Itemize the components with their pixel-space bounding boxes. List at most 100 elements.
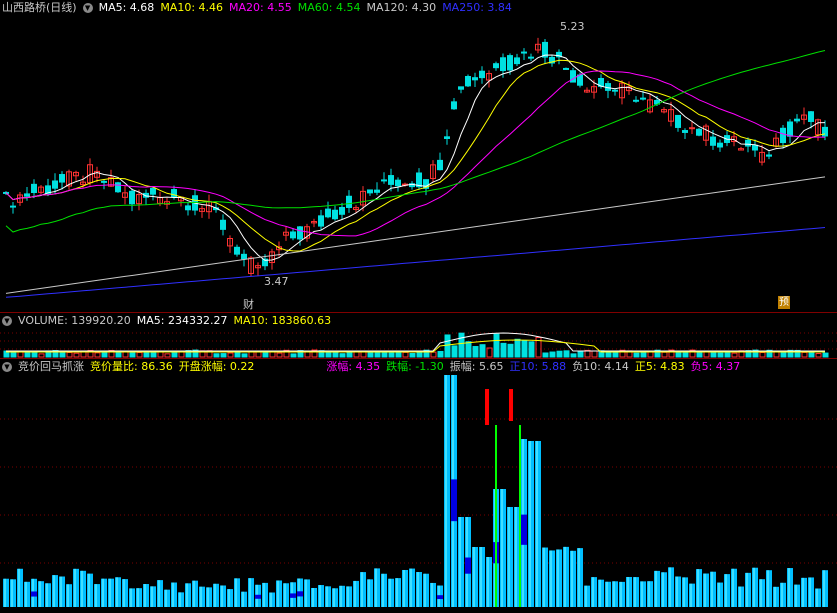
indicator-bar-highlight — [11, 579, 13, 607]
indicator-bar-highlight — [403, 569, 405, 607]
candle-body — [493, 63, 499, 69]
volume-bar — [241, 353, 248, 358]
indicator-bar-highlight — [228, 589, 230, 607]
ma5-line — [5, 54, 826, 261]
indicator-bar-highlight — [263, 582, 265, 607]
indicator-bar-highlight — [816, 588, 818, 607]
volume-bar — [164, 353, 171, 358]
price-panel[interactable]: 山西路桥(日线) ▼ MA5: 4.68 MA10: 4.46 MA20: 4.… — [0, 0, 837, 312]
indicator-chart[interactable] — [0, 359, 837, 613]
candle-body — [444, 136, 450, 139]
indicator-block — [451, 479, 457, 522]
volume-bar — [710, 351, 717, 358]
ma10-label: MA10: 4.46 — [160, 1, 224, 14]
indicator-bar-highlight — [606, 581, 608, 607]
ma60-label: MA60: 4.54 — [297, 1, 361, 14]
marker-yu[interactable]: 预 — [778, 296, 790, 309]
marker-cai[interactable]: 财 — [243, 296, 254, 312]
price-chart[interactable] — [0, 0, 837, 312]
candle-body — [710, 136, 716, 146]
volume-header: ▼ VOLUME: 139920.20 MA5: 234332.27 MA10:… — [0, 313, 331, 329]
indicator-bar-highlight — [207, 587, 209, 607]
candle-body — [696, 128, 702, 136]
volume-bar — [136, 352, 143, 358]
indicator-bar-highlight — [718, 582, 720, 607]
indicator-block — [521, 514, 527, 545]
candle-body — [479, 70, 485, 79]
volume-bar — [220, 353, 227, 358]
ma120-line — [5, 176, 826, 294]
candle-body — [31, 183, 37, 194]
volume-ma10-label: MA10: 183860.63 — [233, 314, 332, 327]
indicator-bar-highlight — [88, 573, 90, 607]
candle-body — [234, 246, 240, 255]
indicator-bar-highlight — [746, 572, 748, 607]
circle-down-icon[interactable]: ▼ — [2, 362, 12, 372]
indicator-bar-highlight — [641, 581, 643, 607]
candle-body — [780, 127, 786, 144]
indicator-bar-highlight — [683, 577, 685, 607]
indicator-bar-highlight — [445, 375, 447, 607]
indicator-bar-highlight — [368, 579, 370, 607]
candle-body — [640, 97, 646, 100]
volume-bar — [276, 352, 283, 358]
neg5-label: 负5: 4.37 — [690, 360, 741, 373]
volume-bar — [633, 352, 640, 358]
volume-bar — [724, 352, 731, 358]
volume-bar — [444, 334, 451, 358]
candle-body — [129, 190, 135, 205]
indicator-bar-highlight — [655, 570, 657, 607]
indicator-bar-highlight — [326, 586, 328, 607]
candle-body — [10, 205, 16, 208]
candle-body — [794, 118, 800, 122]
volume-bar — [815, 353, 822, 358]
indicator-block — [255, 594, 261, 599]
indicator-bar-highlight — [60, 576, 62, 607]
indicator-bar-highlight — [277, 580, 279, 607]
candle-body — [563, 67, 569, 70]
volume-bar — [521, 340, 528, 358]
candle-body — [388, 175, 394, 185]
indicator-bar-highlight — [753, 567, 755, 607]
candle-body — [808, 111, 814, 122]
indicator-bar-highlight — [151, 586, 153, 607]
volume-bar — [507, 343, 514, 358]
indicator-bar-highlight — [270, 592, 272, 607]
ma120-label: MA120: 4.30 — [366, 1, 437, 14]
volume-bar — [213, 353, 220, 358]
indicator-bar-highlight — [487, 557, 489, 607]
indicator-panel[interactable]: ▼ 竞价回马抓涨 竞价量比: 86.36 开盘涨幅: 0.22 涨幅: 4.35… — [0, 359, 837, 613]
volume-label: VOLUME: 139920.20 — [18, 314, 131, 327]
circle-down-icon[interactable]: ▼ — [82, 3, 93, 13]
volume-bar — [437, 350, 444, 358]
indicator-bar-highlight — [557, 549, 559, 607]
indicator-name: 竞价回马抓涨 — [18, 360, 84, 373]
indicator-bar-highlight — [620, 581, 622, 607]
indicator-bar-highlight — [634, 577, 636, 607]
volume-bar — [409, 352, 416, 358]
candle-body — [507, 55, 513, 71]
candle-body — [367, 189, 373, 194]
indicator-bar-highlight — [424, 573, 426, 607]
indicator-bar-highlight — [536, 441, 538, 607]
ma20-label: MA20: 4.55 — [229, 1, 292, 14]
volume-bar — [150, 352, 157, 358]
indicator-bar-highlight — [480, 547, 482, 607]
volume-bar — [73, 352, 80, 358]
volume-bar — [682, 352, 689, 358]
volume-panel[interactable]: ▼ VOLUME: 139920.20 MA5: 234332.27 MA10:… — [0, 313, 837, 358]
indicator-bar-highlight — [249, 578, 251, 607]
indicator-bar-highlight — [774, 586, 776, 607]
indicator-bar-highlight — [592, 577, 594, 607]
circle-down-icon[interactable]: ▼ — [2, 316, 12, 326]
candle-body — [185, 205, 191, 211]
indicator-bar-highlight — [137, 588, 139, 607]
indicator-bar-highlight — [676, 576, 678, 607]
indicator-bar-highlight — [95, 584, 97, 607]
indicator-block — [437, 595, 443, 600]
indicator-bar-highlight — [172, 582, 174, 607]
indicator-bar-highlight — [417, 572, 419, 607]
indicator-block — [31, 591, 37, 597]
indicator-block — [290, 593, 296, 598]
indicator-bar-highlight — [396, 578, 398, 607]
